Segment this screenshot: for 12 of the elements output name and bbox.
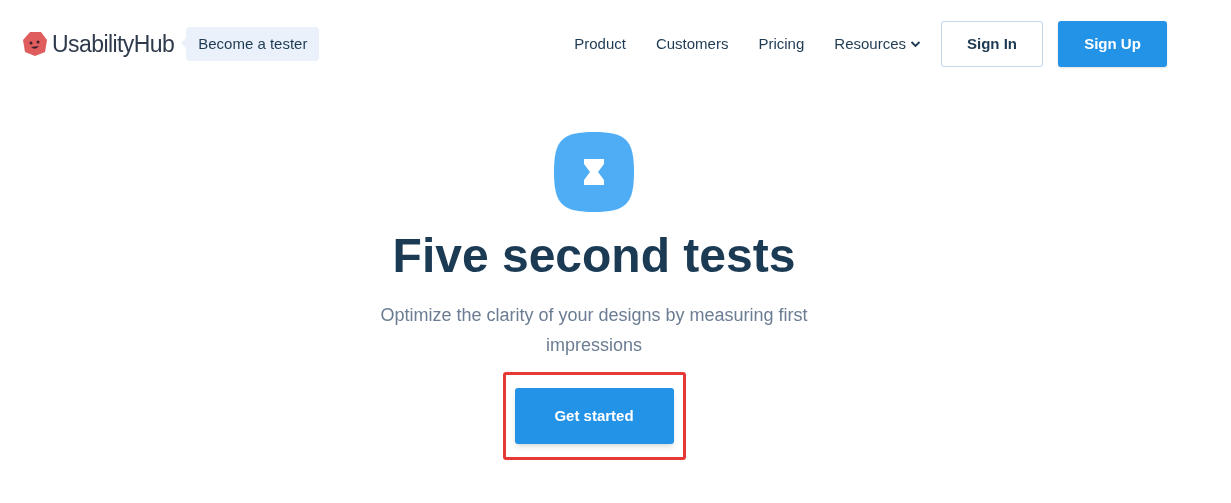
chevron-down-icon bbox=[910, 40, 921, 48]
nav-link[interactable]: Resources bbox=[834, 32, 921, 56]
nav-link[interactable]: Product bbox=[574, 32, 626, 56]
page-title: Five second tests bbox=[392, 228, 796, 284]
nav-link[interactable]: Pricing bbox=[758, 32, 805, 56]
brand-name[interactable]: UsabilityHub bbox=[52, 26, 175, 62]
become-tester-link[interactable]: Become a tester bbox=[186, 26, 320, 62]
nav-link[interactable]: Customers bbox=[655, 32, 729, 56]
sign-in-button[interactable]: Sign In bbox=[941, 21, 1043, 67]
hourglass-icon bbox=[554, 132, 634, 212]
logo-icon bbox=[22, 31, 48, 57]
subtitle: Optimize the clarity of your designs by measuring first impressions bbox=[379, 304, 809, 357]
